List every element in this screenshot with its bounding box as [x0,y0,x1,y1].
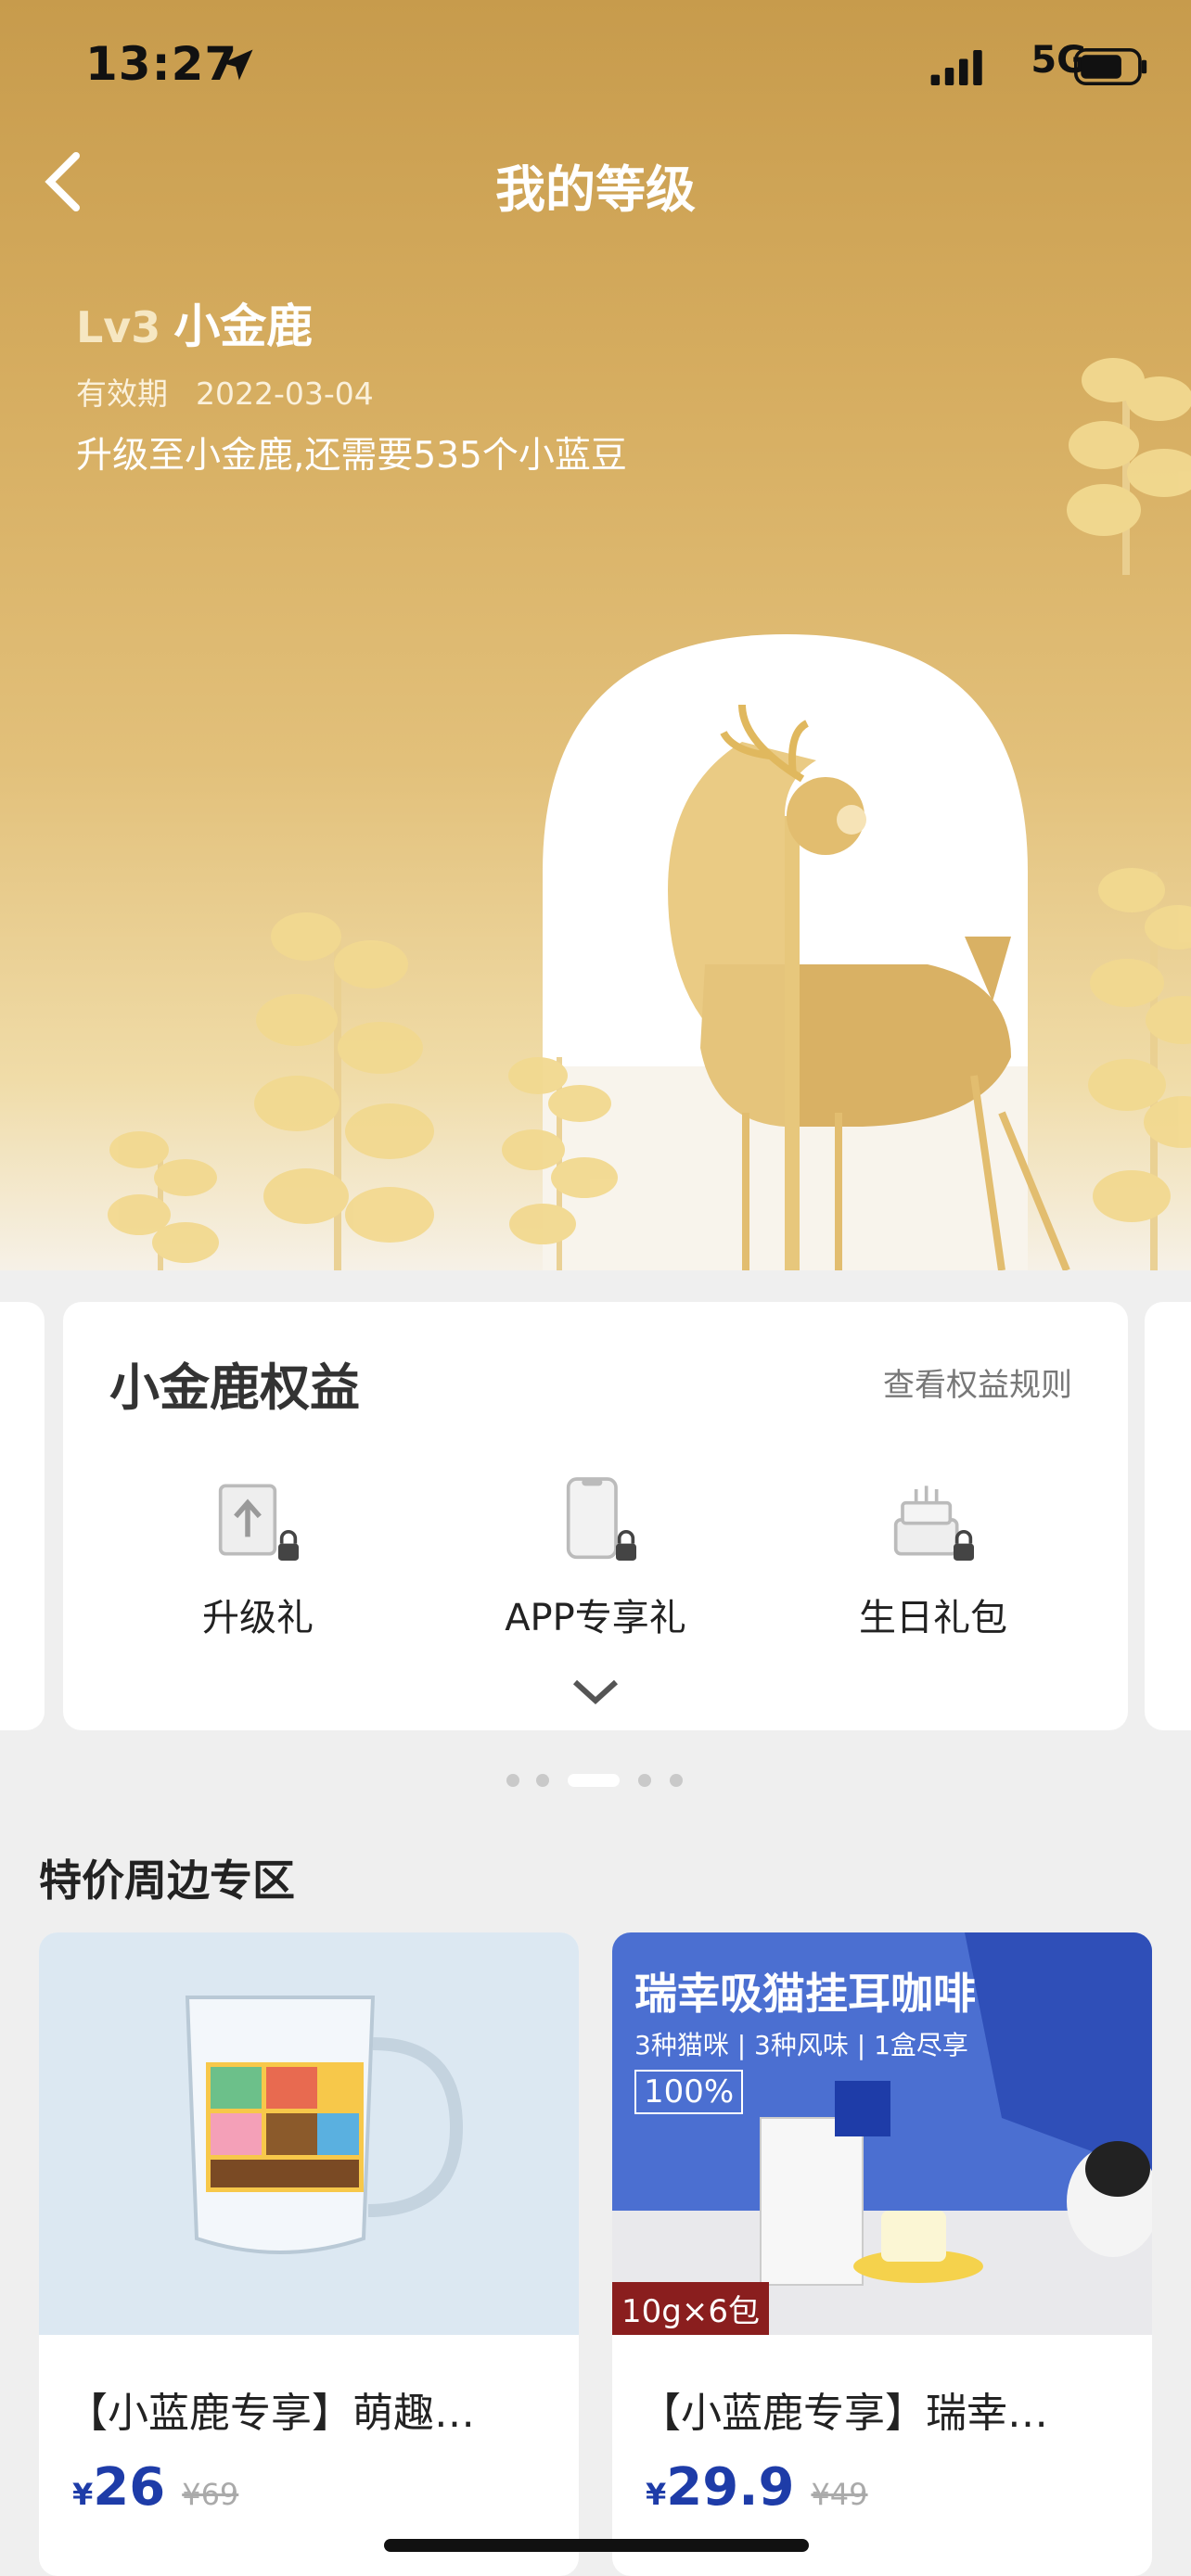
benefit-app-gift[interactable]: APP专享礼 [456,1469,735,1641]
pager-dot[interactable] [536,1774,549,1787]
price-value: 29.9 [666,2457,795,2518]
product-card[interactable]: 【小蓝鹿专享】萌趣… ¥26 ¥69 [39,1932,579,2576]
prev-benefits-card[interactable] [0,1302,45,1730]
product-price: ¥26 ¥69 [72,2457,239,2518]
benefit-label: 生日礼包 [859,1597,1007,1639]
signal-icon [930,50,982,85]
ad-subtitle: 3种猫咪 | 3种风味 | 1盒尽享 [634,2030,968,2060]
level-hero: 13:27 5G 我的等级 Lv3 小金鹿 有效期 2022-03-04 升级至小金… [0,0,1191,1270]
pager-dot[interactable] [638,1774,651,1787]
pack-size-tag: 10g×6包 [612,2282,769,2335]
chevron-down-icon[interactable] [570,1677,621,1706]
pager-dot[interactable] [670,1774,683,1787]
validity-date: 2022-03-04 [196,376,374,412]
benefit-birthday-gift[interactable]: 生日礼包 [794,1469,1072,1641]
birthday-cake-icon [893,1486,974,1561]
benefits-card: 小金鹿权益 查看权益规则 升级礼 APP专享礼 生日礼包 [63,1302,1128,1730]
status-bar: 13:27 5G [0,37,1191,102]
level-name-row: Lv3 小金鹿 [76,289,313,356]
pager-dot-active[interactable] [568,1774,620,1787]
product-card[interactable]: 瑞幸吸猫挂耳咖啡 3种猫咪 | 3种风味 | 1盒尽享 100% 10g×6包 … [612,1932,1152,2576]
phone-gift-icon [566,1477,636,1561]
pager-dot[interactable] [506,1774,519,1787]
product-image-mug [39,1932,579,2335]
level-badge: Lv3 [76,302,161,352]
level-name: 小金鹿 [173,300,314,353]
validity-row: 有效期 2022-03-04 [76,369,374,414]
product-image-coffee: 瑞幸吸猫挂耳咖啡 3种猫咪 | 3种风味 | 1盒尽享 100% 10g×6包 [612,1932,1152,2335]
page-title: 我的等级 [495,160,696,219]
home-indicator[interactable] [384,2539,809,2552]
benefit-label: 升级礼 [202,1597,314,1639]
product-name: 【小蓝鹿专享】瑞幸… [640,2390,1048,2437]
product-name: 【小蓝鹿专享】萌趣… [67,2390,475,2437]
product-price: ¥29.9 ¥49 [646,2457,868,2518]
upgrade-hint: 升级至小金鹿,还需要535个小蓝豆 [76,435,627,477]
benefit-upgrade-gift[interactable]: 升级礼 [119,1469,397,1641]
ad-badge: 100% [634,2070,744,2114]
ad-title: 瑞幸吸猫挂耳咖啡 [634,1969,976,2019]
carousel-pager [0,1771,1191,1787]
upgrade-gift-icon [218,1484,299,1561]
section-title: 特价周边专区 [39,1855,295,1906]
status-time: 13:27 [85,37,238,91]
benefit-label: APP专享礼 [505,1597,686,1639]
validity-label: 有效期 [76,376,168,412]
original-price: ¥69 [182,2477,239,2512]
original-price: ¥49 [811,2477,868,2512]
next-benefits-card[interactable] [1145,1302,1191,1730]
location-arrow-icon [222,49,253,81]
view-rules-link[interactable]: 查看权益规则 [883,1359,1072,1405]
battery-icon [1074,48,1147,85]
benefits-title: 小金鹿权益 [109,1358,360,1417]
price-value: 26 [93,2457,166,2518]
